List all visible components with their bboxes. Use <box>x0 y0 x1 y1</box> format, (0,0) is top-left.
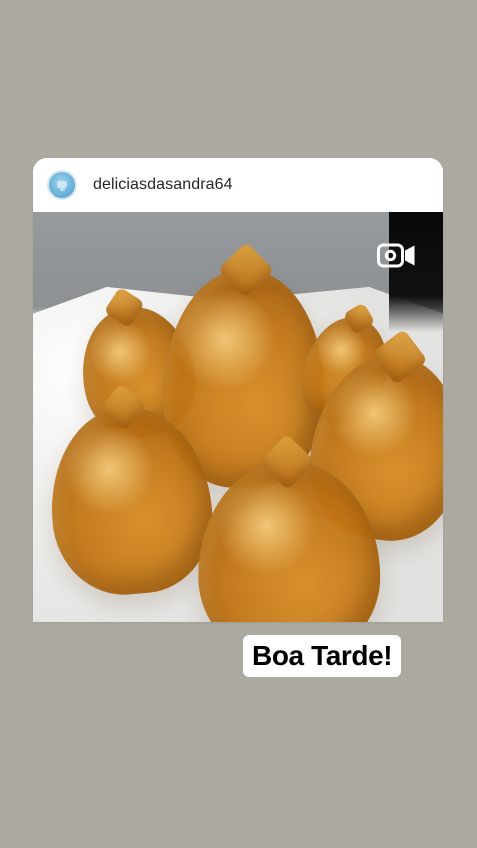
background-shadow-corner <box>389 212 443 332</box>
story-text-sticker[interactable]: Boa Tarde! <box>243 635 402 677</box>
video-camera-icon[interactable] <box>377 243 417 268</box>
shared-post-card[interactable]: deliciasdasandra64 <box>33 158 443 622</box>
post-header: deliciasdasandra64 <box>33 158 443 212</box>
profile-avatar-icon[interactable] <box>47 170 77 200</box>
post-username[interactable]: deliciasdasandra64 <box>93 176 233 194</box>
post-media[interactable] <box>33 212 443 622</box>
